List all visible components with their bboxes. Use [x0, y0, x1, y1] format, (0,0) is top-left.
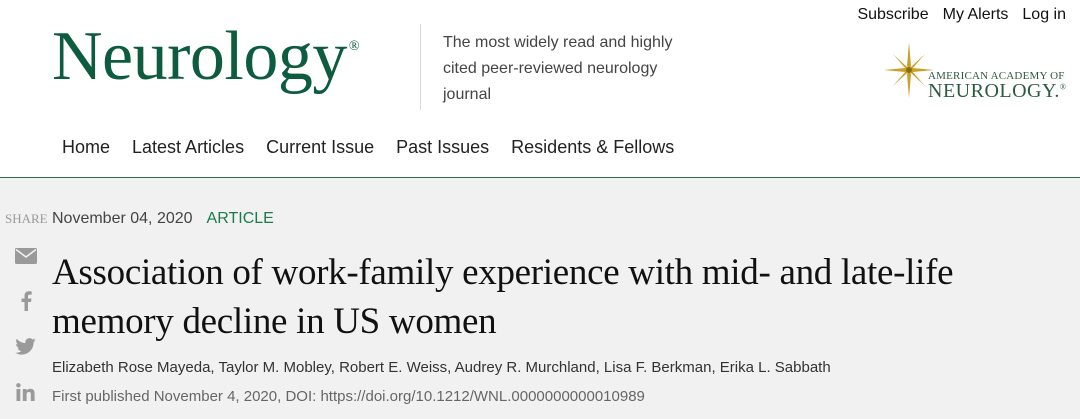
aan-name-text: NEUROLOGY. — [928, 80, 1060, 102]
registered-mark: ® — [348, 39, 360, 54]
email-icon[interactable] — [15, 248, 37, 264]
article-type-badge: ARTICLE — [206, 210, 274, 227]
nav-residents-fellows[interactable]: Residents & Fellows — [511, 137, 674, 158]
aan-registered-mark: ® — [1059, 82, 1067, 92]
logo-text: Neurology — [52, 18, 347, 95]
article-authors: Elizabeth Rose Mayeda, Taylor M. Mobley,… — [52, 359, 831, 376]
my-alerts-link[interactable]: My Alerts — [943, 6, 1009, 24]
main-nav: Home Latest Articles Current Issue Past … — [62, 137, 674, 158]
nav-past-issues[interactable]: Past Issues — [396, 137, 489, 158]
aan-name-line2: NEUROLOGY.® — [928, 80, 1066, 103]
neurology-logo[interactable]: Neurology ® — [52, 22, 360, 92]
nav-current-issue[interactable]: Current Issue — [266, 137, 374, 158]
nav-latest-articles[interactable]: Latest Articles — [132, 137, 244, 158]
facebook-icon[interactable] — [20, 291, 32, 311]
article-title: Association of work-family experience wi… — [52, 252, 954, 342]
aan-logo[interactable]: AMERICAN ACADEMY OF NEUROLOGY.® — [884, 42, 1074, 108]
aan-star-icon — [884, 42, 934, 98]
share-label: SHARE — [5, 211, 48, 226]
publication-info: First published November 4, 2020, DOI: h… — [52, 388, 645, 405]
nav-home[interactable]: Home — [62, 137, 110, 158]
subscribe-link[interactable]: Subscribe — [857, 6, 928, 24]
linkedin-icon[interactable] — [16, 383, 35, 401]
article-header: SHARE November 04, 2020 ARTICLE Associati… — [0, 178, 1080, 419]
publish-date: November 04, 2020 — [52, 210, 193, 227]
header-divider — [420, 24, 421, 110]
account-links: Subscribe My Alerts Log in — [857, 6, 1066, 24]
journal-tagline: The most widely read and highly cited pe… — [443, 34, 673, 103]
twitter-icon[interactable] — [15, 338, 36, 355]
article-meta: November 04, 2020 ARTICLE — [52, 210, 274, 228]
login-link[interactable]: Log in — [1022, 6, 1066, 24]
